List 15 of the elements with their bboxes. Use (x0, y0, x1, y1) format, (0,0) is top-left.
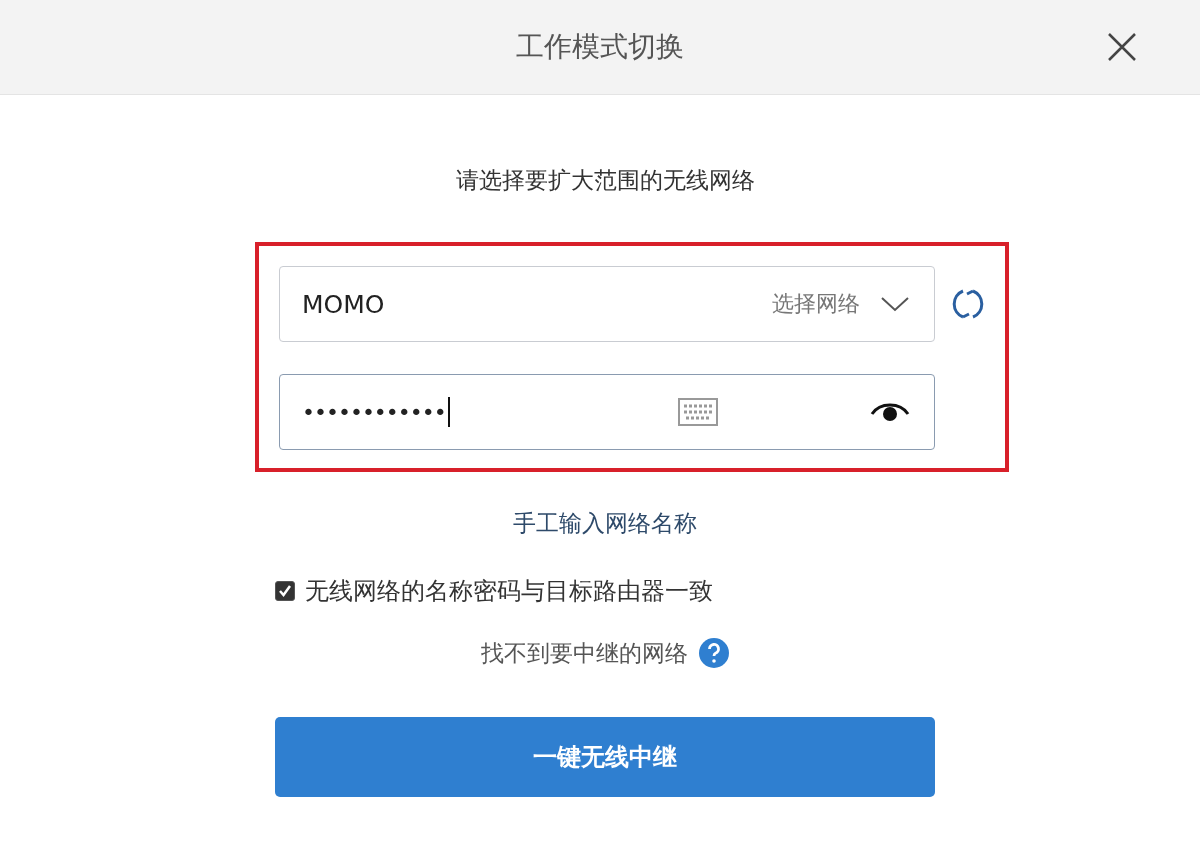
checkbox-label: 无线网络的名称密码与目标路由器一致 (305, 576, 713, 607)
prompt-text: 请选择要扩大范围的无线网络 (454, 166, 756, 195)
network-select[interactable]: MOMO 选择网络 (279, 266, 935, 342)
refresh-icon[interactable] (951, 287, 985, 321)
chevron-down-icon (880, 296, 910, 312)
manual-entry-link[interactable]: 手工输入网络名称 (513, 508, 697, 539)
keyboard-icon[interactable] (678, 398, 718, 426)
help-link[interactable]: 找不到要中继的网络 (480, 637, 688, 669)
dialog-title: 工作模式切换 (516, 29, 684, 65)
relay-button[interactable]: 一键无线中继 (275, 717, 935, 797)
close-icon[interactable] (1107, 32, 1137, 62)
check-icon (278, 584, 292, 598)
password-field[interactable]: •••••••••••• (279, 374, 935, 450)
checkbox[interactable] (275, 581, 295, 601)
help-icon[interactable] (697, 637, 730, 669)
